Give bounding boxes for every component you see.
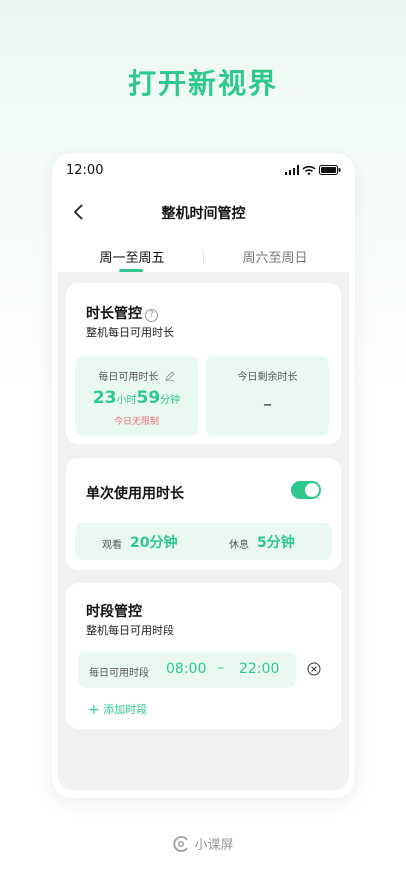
toggle-knob [305,483,319,497]
status-bar: 12:00 [66,163,341,181]
no-limit-note: 今日无限制 [113,417,159,427]
rest-label: 休息 [229,540,249,551]
phone-frame: 12:00 整机时间管控 周一至周五 周六至周日 时长管控? 整机每日可用时长 … [52,153,355,798]
single-use-card: 单次使用用时长 观看 20分钟 休息 5分钟 [66,458,341,570]
duration-control-card: 时长管控? 整机每日可用时长 每日可用时长 23小时59分钟 今日无限制 今日剩… [66,283,341,444]
period-row-label: 每日可用时段 [89,668,149,679]
status-icons [285,165,341,175]
add-period-button[interactable]: + 添加时段 [88,701,147,718]
minutes-value: 59 [136,388,161,408]
watch-label: 观看 [102,540,122,551]
remove-period-icon[interactable] [307,662,321,676]
period-separator: – [217,660,224,676]
daily-available-label-row: 每日可用时长 [75,368,198,383]
duration-title-row: 时长管控? [86,303,158,323]
content-area: 时长管控? 整机每日可用时长 每日可用时长 23小时59分钟 今日无限制 今日剩… [58,272,349,790]
status-time: 12:00 [66,163,104,178]
duration-subtitle: 整机每日可用时长 [86,326,174,339]
single-use-title: 单次使用用时长 [86,486,184,502]
daily-available-value: 23小时59分钟 [75,388,198,408]
footer-brand: 小课屏 [0,834,406,856]
headline: 打开新视界 [127,67,278,100]
page-title: 整机时间管控 [161,206,246,222]
period-end[interactable]: 22:00 [239,661,279,677]
period-title: 时段管控 [86,604,142,620]
hours-unit: 小时 [116,395,137,406]
brand-name: 小课屏 [194,838,234,853]
single-use-toggle[interactable] [291,481,321,499]
period-control-card: 时段管控 整机每日可用时段 每日可用时段 08:00 – 22:00 + 添加时… [66,583,341,729]
minutes-unit: 分钟 [160,395,181,406]
plus-icon: + [88,702,100,718]
edit-icon[interactable] [164,371,175,381]
wifi-icon [302,165,316,175]
remaining-value: – [263,394,272,415]
daily-available-box[interactable]: 每日可用时长 23小时59分钟 今日无限制 [75,356,198,436]
watch-rest-box[interactable]: 观看 20分钟 休息 5分钟 [75,523,332,560]
period-row[interactable]: 每日可用时段 08:00 – 22:00 [78,652,296,688]
duration-title: 时长管控 [86,306,142,322]
add-period-label: 添加时段 [103,703,148,716]
rest-value: 5分钟 [257,535,295,551]
signal-icon [285,165,299,175]
battery-icon [319,165,341,175]
watch-value: 20分钟 [130,535,178,551]
day-tabs: 周一至周五 周六至周日 [52,243,355,273]
remaining-label: 今日剩余时长 [237,372,298,383]
hours-value: 23 [92,388,117,408]
tab-weekdays[interactable]: 周一至周五 [72,247,192,266]
tab-divider [203,251,204,263]
tab-weekend[interactable]: 周六至周日 [215,247,335,266]
remaining-box: 今日剩余时长 – [206,356,329,436]
period-start[interactable]: 08:00 [166,661,206,677]
period-subtitle: 整机每日可用时段 [86,624,174,637]
brand-logo-icon [172,836,190,856]
help-icon[interactable]: ? [145,309,158,322]
nav-bar: 整机时间管控 [52,195,355,231]
daily-available-label: 每日可用时长 [98,372,159,383]
